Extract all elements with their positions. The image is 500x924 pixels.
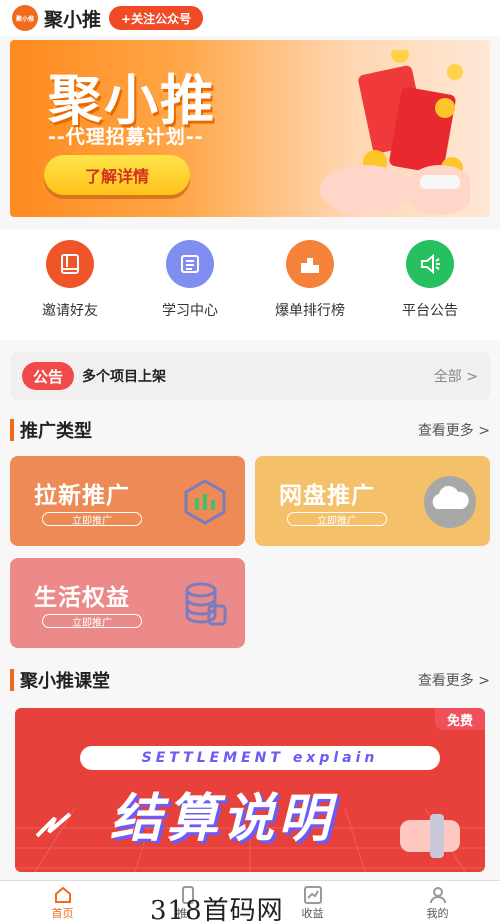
header: 聚小推 聚小推 +关注公众号: [0, 0, 500, 36]
card-promote-button[interactable]: 立即推广: [287, 512, 387, 527]
quick-learning-center[interactable]: 学习中心: [135, 230, 245, 340]
notice-text: 多个项目上架: [82, 369, 166, 385]
settlement-english-title: SETTLEMENT explain: [80, 746, 440, 770]
quick-label: 学习中心: [162, 303, 218, 319]
section-title: 聚小推课堂: [20, 671, 110, 692]
cloud-icon: [424, 476, 476, 528]
nav-label: 首页: [51, 907, 74, 920]
quick-ranking[interactable]: 爆单排行榜: [255, 230, 365, 340]
home-icon: [54, 886, 71, 903]
watermark-text: 318首码网 www.e318.com: [150, 896, 284, 924]
promo-more-link[interactable]: 查看更多 >: [418, 420, 490, 440]
quick-invite-friends[interactable]: 邀请好友: [15, 230, 125, 340]
card-promote-button[interactable]: 立即推广: [42, 614, 142, 629]
nav-home[interactable]: 首页: [0, 881, 125, 924]
quick-announcements[interactable]: 平台公告: [375, 230, 485, 340]
follow-account-button[interactable]: +关注公众号: [109, 6, 204, 30]
section-title: 推广类型: [20, 421, 92, 442]
card-title: 拉新推广: [34, 483, 130, 509]
settlement-class-banner[interactable]: 免费 SETTLEMENT explain 结算说明: [15, 708, 485, 872]
quick-label: 爆单排行榜: [275, 303, 345, 319]
podium-icon: [286, 240, 334, 288]
hexagon-chart-icon: [184, 479, 226, 525]
quick-links: 邀请好友 学习中心 爆单排行榜 平台公告: [0, 230, 500, 340]
red-envelope-hands-illustration: [320, 50, 470, 215]
promo-banner[interactable]: 聚小推 --代理招募计划-- 了解详情: [10, 40, 490, 217]
free-tag: 免费: [435, 708, 485, 730]
settlement-chinese-title: 结算说明: [110, 789, 335, 849]
section-accent-bar: [10, 669, 14, 691]
card-title: 生活权益: [34, 585, 130, 611]
promo-card-new-user[interactable]: 拉新推广 立即推广: [10, 456, 245, 546]
speaker-icon: [406, 240, 454, 288]
banner-subtitle: --代理招募计划--: [48, 126, 204, 148]
card-promote-button[interactable]: 立即推广: [42, 512, 142, 527]
quick-label: 平台公告: [402, 303, 458, 319]
app-logo: 聚小推: [12, 5, 38, 31]
banner-details-button[interactable]: 了解详情: [44, 155, 190, 195]
database-icon: [185, 582, 227, 626]
section-accent-bar: [10, 419, 14, 441]
promo-section-header: 推广类型 查看更多 >: [10, 416, 490, 444]
notice-bar[interactable]: 公告 多个项目上架 全部 >: [10, 352, 490, 400]
card-title: 网盘推广: [279, 483, 375, 509]
promo-card-life-benefits[interactable]: 生活权益 立即推广: [10, 558, 245, 648]
class-more-link[interactable]: 查看更多 >: [418, 670, 490, 690]
notice-tag: 公告: [22, 362, 74, 390]
quick-label: 邀请好友: [42, 303, 98, 319]
book-icon: [46, 240, 94, 288]
promo-card-cloud-drive[interactable]: 网盘推广 立即推广: [255, 456, 490, 546]
notice-all-link[interactable]: 全部 >: [434, 366, 478, 386]
app-title: 聚小推: [44, 8, 102, 31]
class-section-header: 聚小推课堂 查看更多 >: [10, 666, 490, 694]
list-icon: [166, 240, 214, 288]
